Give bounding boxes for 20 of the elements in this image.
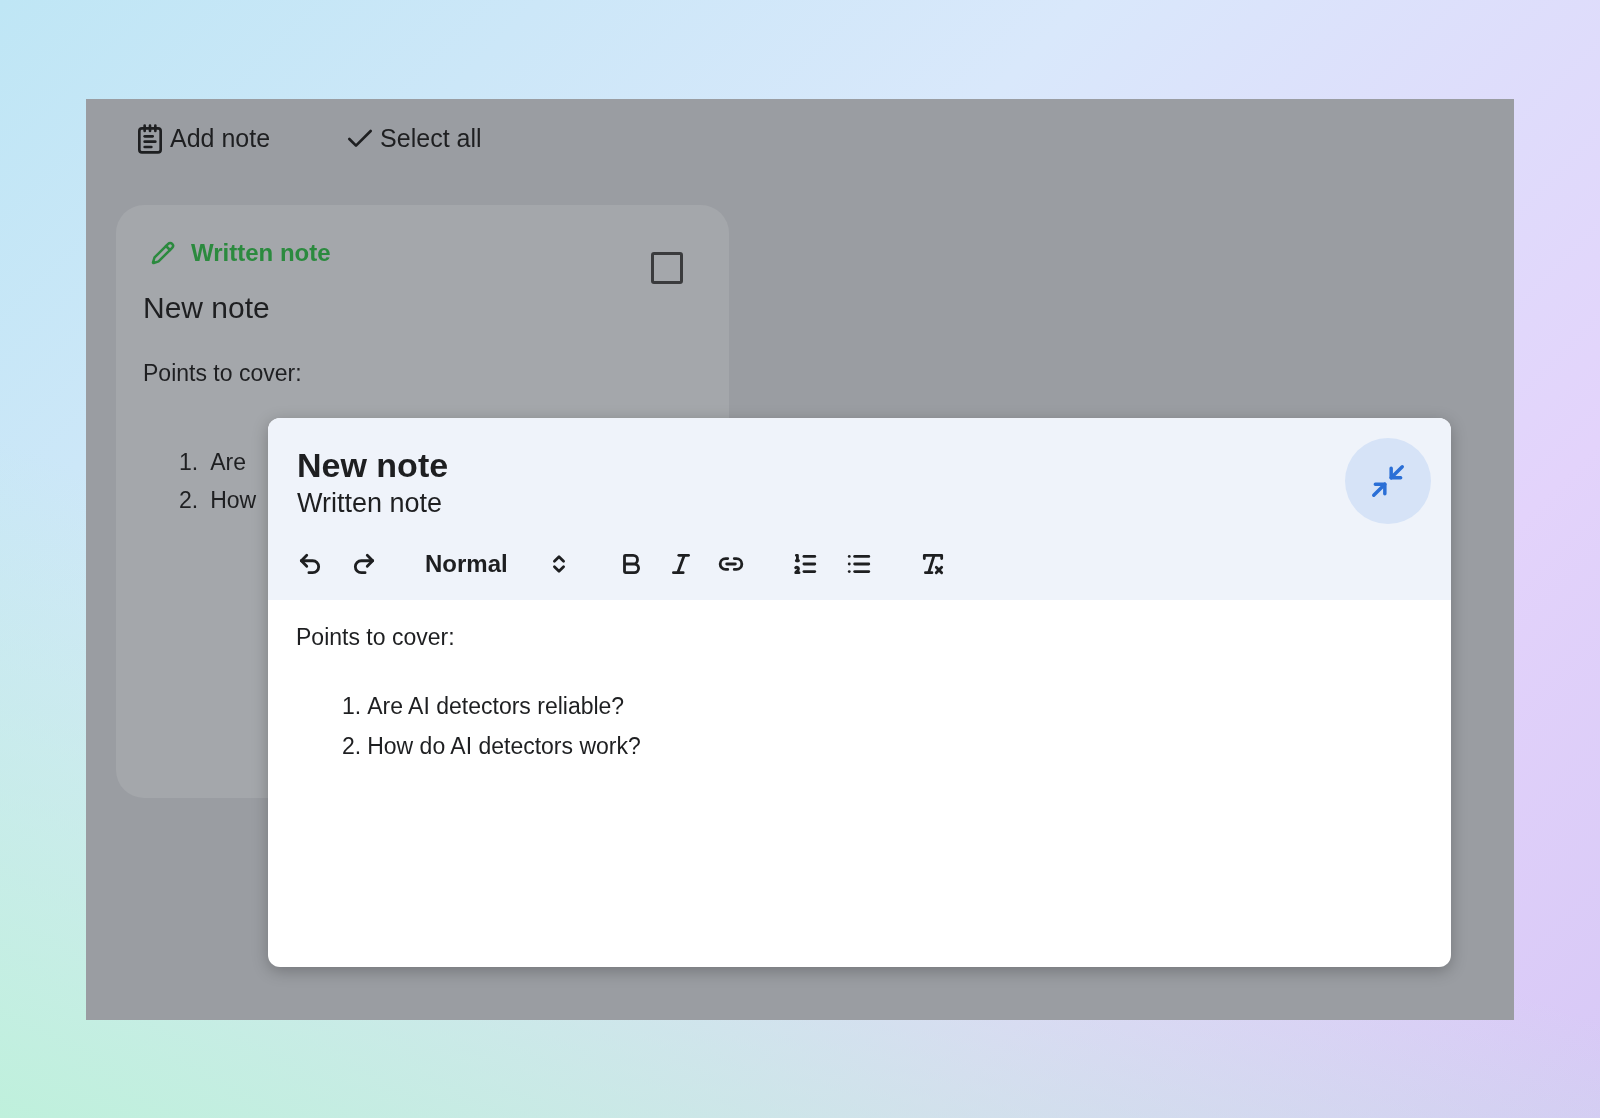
note-type-label: Written note	[191, 238, 331, 268]
list-number: 1.	[342, 691, 362, 721]
note-checkbox[interactable]	[651, 252, 683, 284]
dialog-subtitle: Written note	[297, 486, 443, 520]
note-title: New note	[143, 290, 271, 326]
list-number: 2.	[342, 732, 362, 761]
list-item: Are AI detectors reliable?	[367, 691, 625, 721]
list-number: 1.	[179, 447, 199, 477]
dialog-title: New note	[297, 445, 449, 486]
list-item: How do AI detectors work?	[367, 732, 641, 761]
select-all-button[interactable]: Select all	[344, 120, 482, 158]
minimize-icon	[1369, 462, 1407, 500]
add-note-button[interactable]: Add note	[134, 120, 271, 158]
editor-text: Points to cover:	[296, 623, 456, 652]
note-text: Points to cover:	[143, 359, 303, 388]
style-select[interactable]: Normal	[425, 546, 570, 583]
list-number: 2.	[179, 486, 199, 515]
list-item: How	[210, 486, 257, 515]
pencil-icon	[151, 241, 175, 265]
list-item: Are	[210, 447, 246, 477]
